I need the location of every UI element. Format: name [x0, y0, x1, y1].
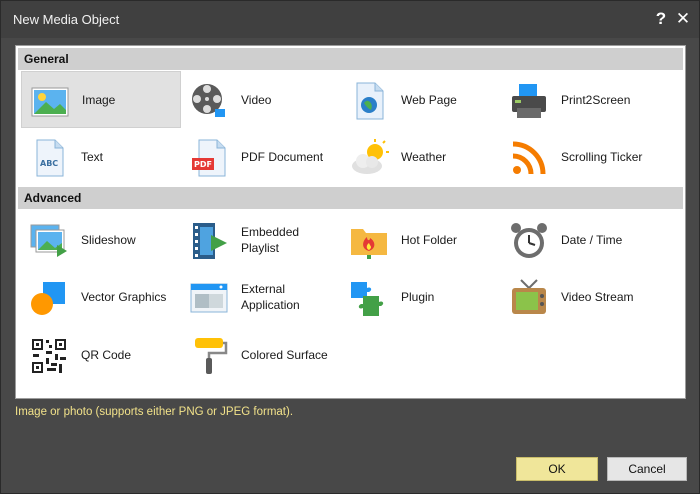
- tile-label: Hot Folder: [401, 232, 458, 247]
- tile-web-page[interactable]: Web Page: [341, 71, 501, 128]
- tile-label: Scrolling Ticker: [561, 149, 643, 164]
- tile-video[interactable]: Video: [181, 71, 341, 128]
- tile-vector-graphics[interactable]: Vector Graphics: [21, 268, 181, 325]
- tile-label: Web Page: [401, 92, 457, 107]
- title-bar: New Media Object ? ✕: [1, 1, 699, 38]
- tile-label: External Application: [241, 281, 300, 312]
- tile-colored-surface[interactable]: Colored Surface: [181, 326, 341, 383]
- tile-date-time[interactable]: Date / Time: [501, 211, 661, 268]
- tv-icon: [509, 278, 549, 318]
- tile-label: QR Code: [81, 347, 132, 362]
- tile-label: PDF Document: [241, 149, 324, 164]
- film-reel-icon: [189, 81, 229, 121]
- tile-plugin[interactable]: Plugin: [341, 268, 501, 325]
- tile-pdf-document[interactable]: PDF PDF Document: [181, 128, 341, 185]
- slideshow-icon: [29, 221, 69, 261]
- sun-cloud-icon: [349, 138, 389, 178]
- globe-document-icon: [349, 81, 389, 121]
- dialog-title: New Media Object: [13, 12, 120, 27]
- tile-label: Video: [241, 92, 272, 107]
- paint-roller-icon: [189, 336, 229, 376]
- tile-external-application[interactable]: External Application: [181, 268, 341, 325]
- application-window-icon: [189, 278, 229, 318]
- qr-code-icon: [29, 336, 69, 376]
- tile-embedded-playlist[interactable]: Embedded Playlist: [181, 211, 341, 268]
- tile-label: Print2Screen: [561, 92, 631, 107]
- tile-label: Weather: [401, 149, 447, 164]
- media-type-panel: General Image Video Web Page Print2Scree…: [15, 45, 686, 399]
- tile-label: Date / Time: [561, 232, 623, 247]
- tile-weather[interactable]: Weather: [341, 128, 501, 185]
- tile-label: Embedded Playlist: [241, 224, 300, 255]
- tile-label: Text: [81, 149, 104, 164]
- text-document-icon: ABC: [29, 138, 69, 178]
- tile-label: Colored Surface: [241, 347, 328, 362]
- alarm-clock-icon: [509, 221, 549, 261]
- tile-print2screen[interactable]: Print2Screen: [501, 71, 661, 128]
- new-media-object-dialog: New Media Object ? ✕ General Image Video…: [0, 0, 700, 494]
- tile-image[interactable]: Image: [21, 71, 181, 128]
- rss-icon: [509, 138, 549, 178]
- help-icon[interactable]: ?: [651, 8, 671, 30]
- tile-video-stream[interactable]: Video Stream: [501, 268, 661, 325]
- tile-label: Vector Graphics: [81, 289, 167, 304]
- tile-label: Image: [82, 92, 116, 107]
- hot-folder-icon: [349, 221, 389, 261]
- ok-button[interactable]: OK: [516, 457, 598, 481]
- playlist-icon: [189, 221, 229, 261]
- section-header-general: General: [18, 48, 683, 70]
- pdf-document-icon: PDF: [189, 138, 229, 178]
- selection-description: Image or photo (supports either PNG or J…: [15, 406, 294, 418]
- tile-hot-folder[interactable]: Hot Folder: [341, 211, 501, 268]
- image-icon: [30, 82, 70, 122]
- close-icon[interactable]: ✕: [673, 8, 693, 30]
- vector-shapes-icon: [29, 278, 69, 318]
- puzzle-icon: [349, 278, 389, 318]
- tile-label: Plugin: [401, 289, 435, 304]
- svg-text:PDF: PDF: [194, 160, 212, 169]
- printer-icon: [509, 81, 549, 121]
- tile-label: Video Stream: [561, 289, 634, 304]
- svg-text:ABC: ABC: [40, 159, 58, 168]
- tile-slideshow[interactable]: Slideshow: [21, 211, 181, 268]
- tile-text[interactable]: ABC Text: [21, 128, 181, 185]
- tile-qr-code[interactable]: QR Code: [21, 326, 181, 383]
- tile-label: Slideshow: [81, 232, 136, 247]
- section-header-advanced: Advanced: [18, 187, 683, 209]
- cancel-button[interactable]: Cancel: [607, 457, 687, 481]
- tile-scrolling-ticker[interactable]: Scrolling Ticker: [501, 128, 661, 185]
